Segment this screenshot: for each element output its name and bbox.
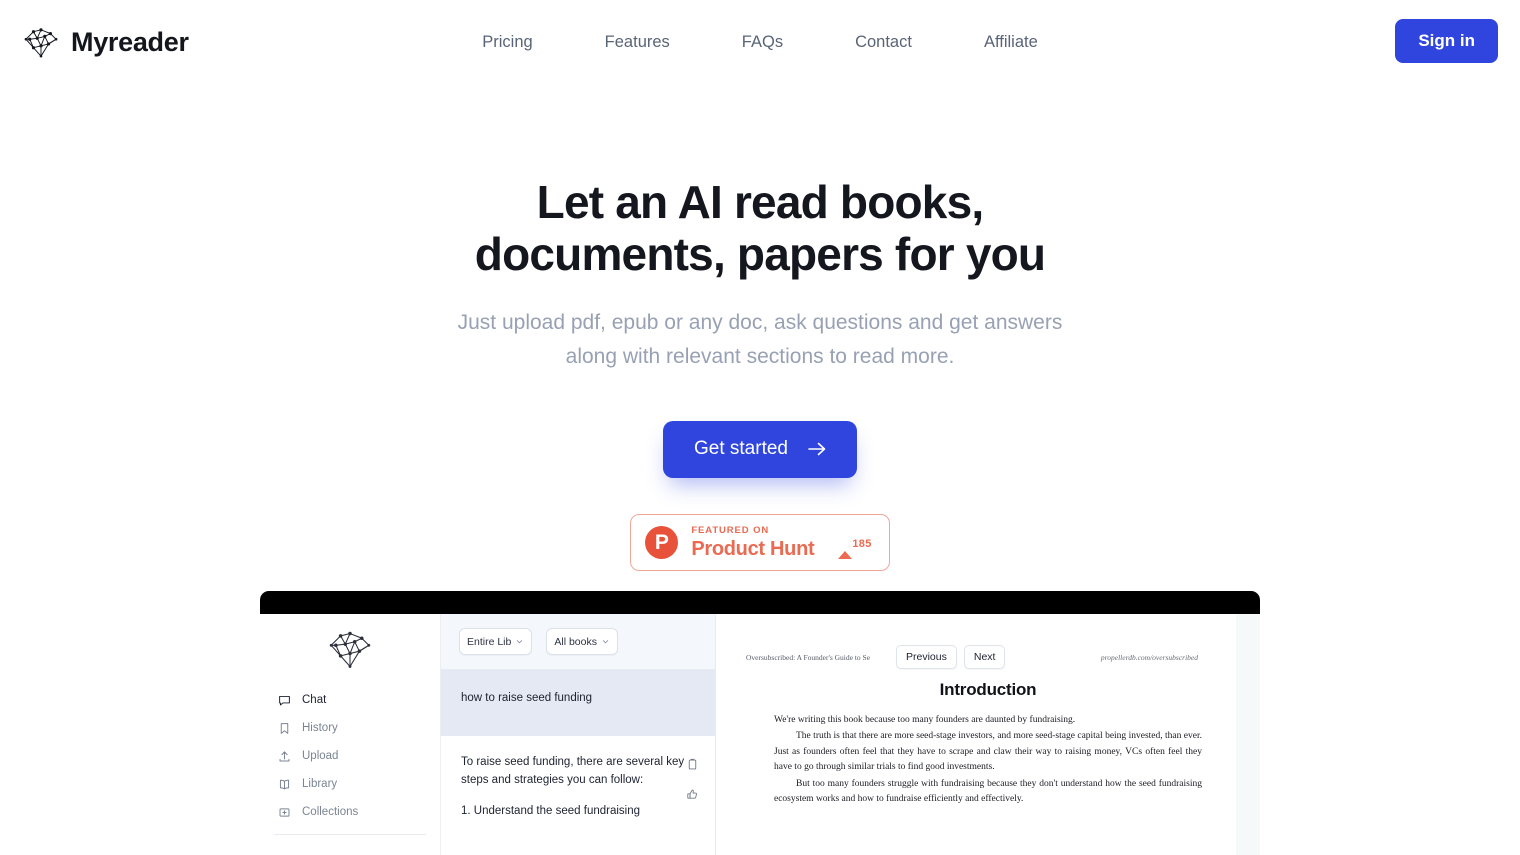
chat-answer-item-1: 1. Understand the seed fundraising (461, 805, 641, 818)
browser-chrome-bar (260, 591, 1260, 614)
caret-up-icon (838, 533, 853, 559)
sidebar-nav-list: Chat History Upload Library Collections (260, 686, 440, 826)
site-header: Myreader Pricing Features FAQs Contact A… (0, 0, 1520, 85)
product-hunt-wrapper: P FEATURED ON Product Hunt 185 (0, 513, 1520, 572)
get-started-label: Get started (694, 437, 788, 459)
document-body: We're writing this book because too many… (716, 700, 1260, 807)
bookmark-icon (280, 722, 289, 734)
chevron-down-icon (517, 640, 523, 644)
document-paragraph: But too many founders struggle with fund… (774, 778, 1202, 804)
folder-plus-icon (279, 807, 290, 817)
books-dropdown-label: All books (554, 635, 597, 648)
books-dropdown[interactable]: All books (546, 628, 618, 655)
brand-logo[interactable]: Myreader (22, 27, 189, 59)
nav-item-contact[interactable]: Contact (855, 33, 912, 52)
sidebar-item-label: Collections (302, 806, 359, 818)
app-preview: Chat History Upload Library Collections … (260, 591, 1260, 855)
document-toolbar: Oversubscribed: A Founder's Guide to Se … (716, 614, 1260, 670)
chat-panel: Entire Lib All books how to raise seed f… (441, 614, 716, 855)
cta-wrapper: Get started (0, 420, 1520, 478)
chat-answer-actions (686, 758, 699, 801)
message-square-icon (279, 695, 290, 705)
document-source-title: Oversubscribed: A Founder's Guide to Se (746, 652, 871, 662)
nav-item-affiliate[interactable]: Affiliate (984, 33, 1038, 52)
chat-user-message: how to raise seed funding (441, 670, 715, 736)
sidebar-item-history[interactable]: History (274, 714, 426, 742)
clipboard-icon[interactable] (686, 758, 699, 771)
app-sidebar: Chat History Upload Library Collections (260, 614, 441, 855)
nav-item-faqs[interactable]: FAQs (742, 33, 783, 52)
arrow-right-icon (808, 442, 826, 456)
get-started-button[interactable]: Get started (663, 420, 857, 478)
product-hunt-text: FEATURED ON Product Hunt (691, 526, 814, 560)
sidebar-item-upload[interactable]: Upload (274, 742, 426, 770)
upload-icon (279, 750, 290, 761)
sidebar-item-chat[interactable]: Chat (274, 686, 426, 714)
chat-assistant-message: To raise seed funding, there are several… (441, 736, 715, 855)
sidebar-item-label: History (302, 722, 338, 734)
page-title: Let an AI read books, documents, papers … (474, 176, 1046, 280)
product-hunt-badge[interactable]: P FEATURED ON Product Hunt 185 (630, 513, 890, 572)
app-window: Chat History Upload Library Collections … (260, 614, 1260, 855)
product-hunt-logo-icon: P (645, 526, 679, 560)
document-panel: Oversubscribed: A Founder's Guide to Se … (716, 614, 1260, 855)
previous-button[interactable]: Previous (896, 645, 957, 669)
brand-name: Myreader (71, 27, 189, 57)
document-source-url: propellerdb.com/oversubscribed (1100, 652, 1198, 662)
nav-item-features[interactable]: Features (605, 33, 670, 52)
network-graph-icon (24, 27, 58, 57)
next-button[interactable]: Next (963, 645, 1006, 669)
sidebar-item-label: Chat (302, 694, 327, 706)
hero-subtitle: Just upload pdf, epub or any doc, ask qu… (457, 310, 1063, 368)
document-heading: Introduction (939, 680, 1037, 699)
document-paragraph: The truth is that there are more seed-st… (774, 731, 1202, 773)
chat-toolbar: Entire Lib All books (441, 614, 715, 670)
book-open-icon (279, 779, 290, 789)
sidebar-item-label: Upload (302, 750, 339, 762)
sidebar-item-library[interactable]: Library (274, 770, 426, 798)
scope-dropdown-label: Entire Lib (467, 635, 512, 648)
product-hunt-upvotes[interactable]: 185 (838, 533, 872, 559)
sign-in-button[interactable]: Sign in (1395, 19, 1498, 63)
network-graph-icon (329, 631, 371, 668)
sidebar-divider (274, 834, 426, 835)
sidebar-item-label: Library (302, 778, 338, 790)
document-pager: Previous Next (896, 645, 1006, 669)
thumbs-up-icon[interactable] (686, 788, 699, 801)
app-sidebar-logo[interactable] (260, 630, 440, 670)
chat-answer-intro: To raise seed funding, there are several… (461, 756, 685, 786)
hero-section: Let an AI read books, documents, papers … (0, 85, 1520, 572)
sidebar-item-collections[interactable]: Collections (274, 798, 426, 826)
main-nav: Pricing Features FAQs Contact Affiliate (482, 33, 1038, 52)
scope-dropdown[interactable]: Entire Lib (459, 628, 533, 655)
product-hunt-name: Product Hunt (691, 538, 815, 561)
product-hunt-upvote-count: 185 (852, 537, 872, 550)
chevron-down-icon (602, 640, 609, 644)
document-paragraph: We're writing this book because too many… (774, 715, 1076, 725)
product-hunt-featured-label: FEATURED ON (691, 524, 770, 536)
nav-item-pricing[interactable]: Pricing (482, 33, 532, 52)
